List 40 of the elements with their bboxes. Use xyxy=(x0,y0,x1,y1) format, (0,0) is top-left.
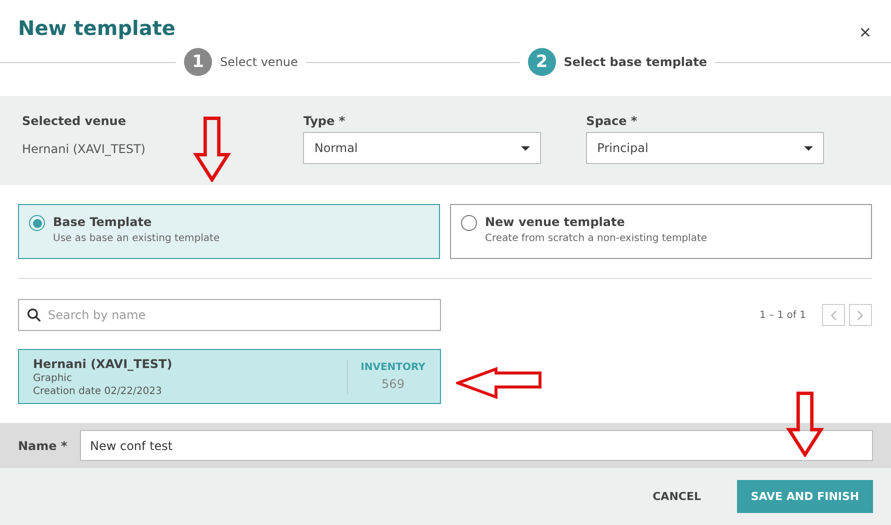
step-label: Select venue xyxy=(220,55,298,69)
template-card[interactable]: Hernani (XAVI_TEST) Graphic Creation date 02/22/2023 INVENTORY 569 xyxy=(18,349,441,404)
search-icon xyxy=(27,308,41,322)
chevron-right-icon xyxy=(857,310,864,320)
caret-icon xyxy=(804,146,813,150)
field-label: Name * xyxy=(18,438,68,452)
name-field[interactable]: New conf test xyxy=(80,430,873,461)
page-range: 1 – 1 of 1 xyxy=(760,310,806,320)
radio-button[interactable] xyxy=(461,215,477,231)
stat-value: 569 xyxy=(380,376,406,390)
arrow-annotation xyxy=(786,391,824,457)
step-number: 1 xyxy=(184,48,212,76)
cancel-button[interactable]: CANCEL xyxy=(646,489,707,504)
close-button[interactable]: × xyxy=(859,22,871,44)
option-description: Use as base an existing template xyxy=(53,233,220,244)
template-name: Hernani (XAVI_TEST) xyxy=(33,356,174,370)
field-label: Selected venue xyxy=(22,114,127,128)
creation-date: Creation date 02/22/2023 xyxy=(33,386,163,396)
search-field[interactable]: Search by name xyxy=(18,299,441,331)
template-type: Graphic xyxy=(33,372,73,384)
radio-button[interactable] xyxy=(29,215,45,231)
previous-page-button[interactable] xyxy=(822,304,845,326)
dropdown[interactable]: Principal xyxy=(586,132,824,164)
step-number: 2 xyxy=(528,48,556,76)
option-title: Base Template xyxy=(53,215,153,229)
venue-name: Hernani (XAVI_TEST) xyxy=(22,142,146,156)
arrow-annotation xyxy=(193,116,231,182)
option-title: New venue template xyxy=(485,215,626,229)
field-label: Type * xyxy=(303,114,346,128)
next-page-button[interactable] xyxy=(849,304,872,326)
dialog-title: New template xyxy=(18,16,176,40)
option-description: Create from scratch a non-existing template xyxy=(485,233,708,244)
step-label: Select base template xyxy=(564,55,707,69)
option-card[interactable]: Base Template Use as base an existing template xyxy=(18,204,440,259)
caret-icon xyxy=(521,146,530,150)
chevron-left-icon xyxy=(830,310,837,320)
dropdown[interactable]: Normal xyxy=(303,132,542,164)
option-card[interactable]: New venue template Create from scratch a non-existing template xyxy=(450,204,872,259)
stat-label: INVENTORY xyxy=(360,362,426,372)
field-label: Space * xyxy=(586,114,638,128)
